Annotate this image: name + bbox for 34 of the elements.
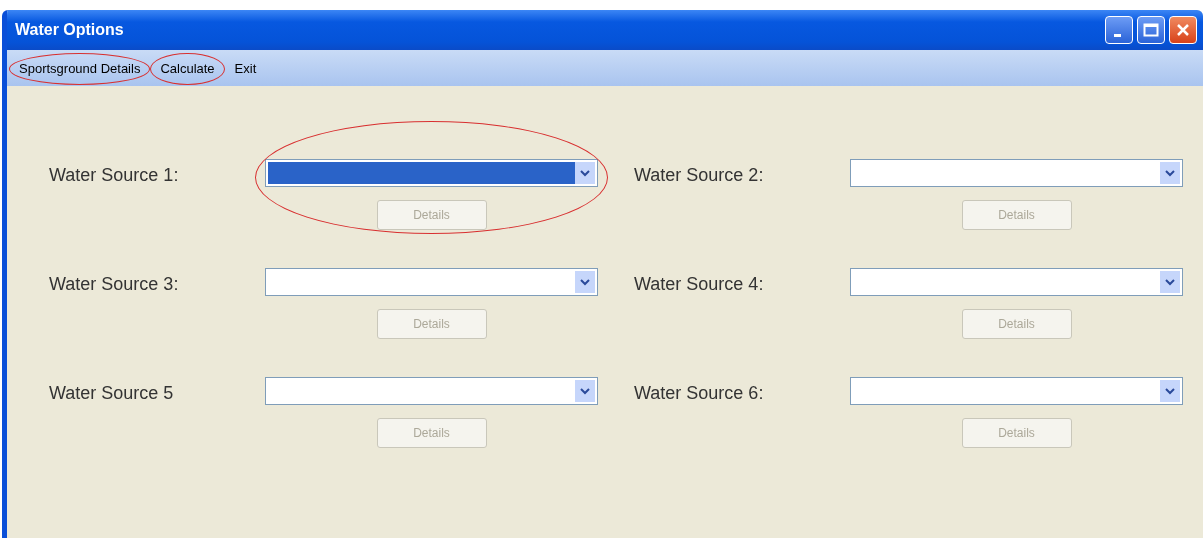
dropdown-field[interactable] <box>265 159 598 187</box>
dropdown-arrow-button[interactable] <box>1160 162 1180 184</box>
minimize-icon <box>1113 33 1121 37</box>
menu-item[interactable]: Calculate <box>156 57 219 80</box>
menu-item[interactable]: Sportsground Details <box>15 57 145 80</box>
close-button[interactable] <box>1169 16 1197 44</box>
field-label: Water Source 5 <box>49 382 175 404</box>
dropdown-arrow-button[interactable] <box>575 271 595 293</box>
chevron-down-icon <box>580 169 590 177</box>
dropdown-arrow-button[interactable] <box>575 162 595 184</box>
dropdown-field[interactable] <box>850 159 1183 187</box>
chevron-down-icon <box>580 387 590 395</box>
dropdown-arrow-button[interactable] <box>575 380 595 402</box>
window-title: Water Options <box>15 21 124 39</box>
maximize-button[interactable] <box>1137 16 1165 44</box>
dropdown-arrow-button[interactable] <box>1160 271 1180 293</box>
field-label: Water Source 3: <box>49 273 180 295</box>
field-label: Water Source 1: <box>49 164 180 186</box>
close-icon <box>1176 23 1190 37</box>
field-label: Water Source 2: <box>634 164 765 186</box>
dropdown-field[interactable] <box>265 377 598 405</box>
menu-item[interactable]: Exit <box>230 57 261 80</box>
chevron-down-icon <box>1165 387 1175 395</box>
maximize-icon <box>1143 23 1159 37</box>
dropdown-field[interactable] <box>265 268 598 296</box>
field-label: Water Source 6: <box>634 382 765 404</box>
field-label: Water Source 4: <box>634 273 765 295</box>
minimize-button[interactable] <box>1105 16 1133 44</box>
dropdown-field[interactable] <box>850 377 1183 405</box>
dropdown-arrow-button[interactable] <box>1160 380 1180 402</box>
chevron-down-icon <box>1165 278 1175 286</box>
chevron-down-icon <box>1165 169 1175 177</box>
dropdown-field[interactable] <box>850 268 1183 296</box>
chevron-down-icon <box>580 278 590 286</box>
